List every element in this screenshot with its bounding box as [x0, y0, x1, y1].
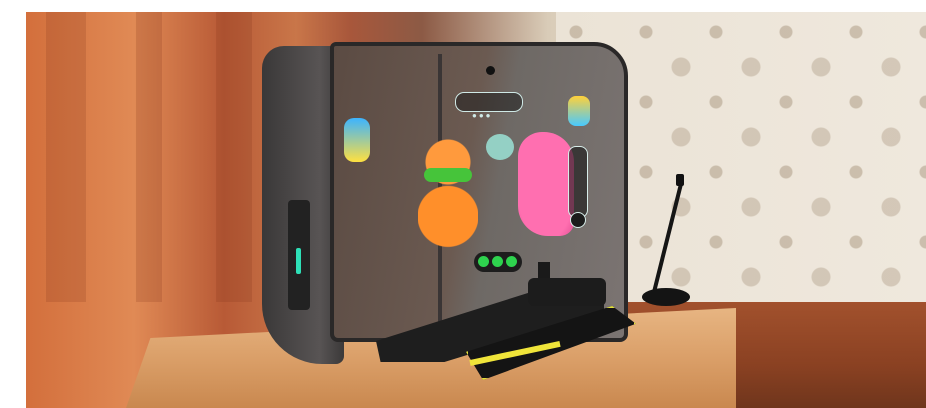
- screen-side-menu: [568, 146, 588, 218]
- pink-dinosaur-character: [518, 132, 574, 236]
- sticker-character-left: [344, 118, 370, 162]
- stand-foot: [528, 278, 606, 306]
- image-frame: ●●●: [0, 0, 926, 408]
- green-dot: [506, 256, 517, 267]
- screen-ui-dots: ●●●: [472, 111, 493, 120]
- microphone-base: [642, 288, 690, 306]
- speech-bubble: [486, 134, 514, 160]
- green-dot: [478, 256, 489, 267]
- curtain-fold: [46, 12, 86, 302]
- microphone-head: [676, 174, 684, 186]
- orange-bear-character: [418, 128, 478, 264]
- sticker-character-right: [568, 96, 590, 126]
- camera: [486, 66, 495, 75]
- curtain-fold: [136, 12, 162, 302]
- status-led: [296, 248, 301, 274]
- screen-ui-pill: [455, 92, 523, 112]
- screen-side-knob: [570, 212, 586, 228]
- bear-collar: [424, 168, 472, 182]
- screen-green-controls: [474, 252, 522, 272]
- curtain-fold: [216, 12, 252, 302]
- green-dot: [492, 256, 503, 267]
